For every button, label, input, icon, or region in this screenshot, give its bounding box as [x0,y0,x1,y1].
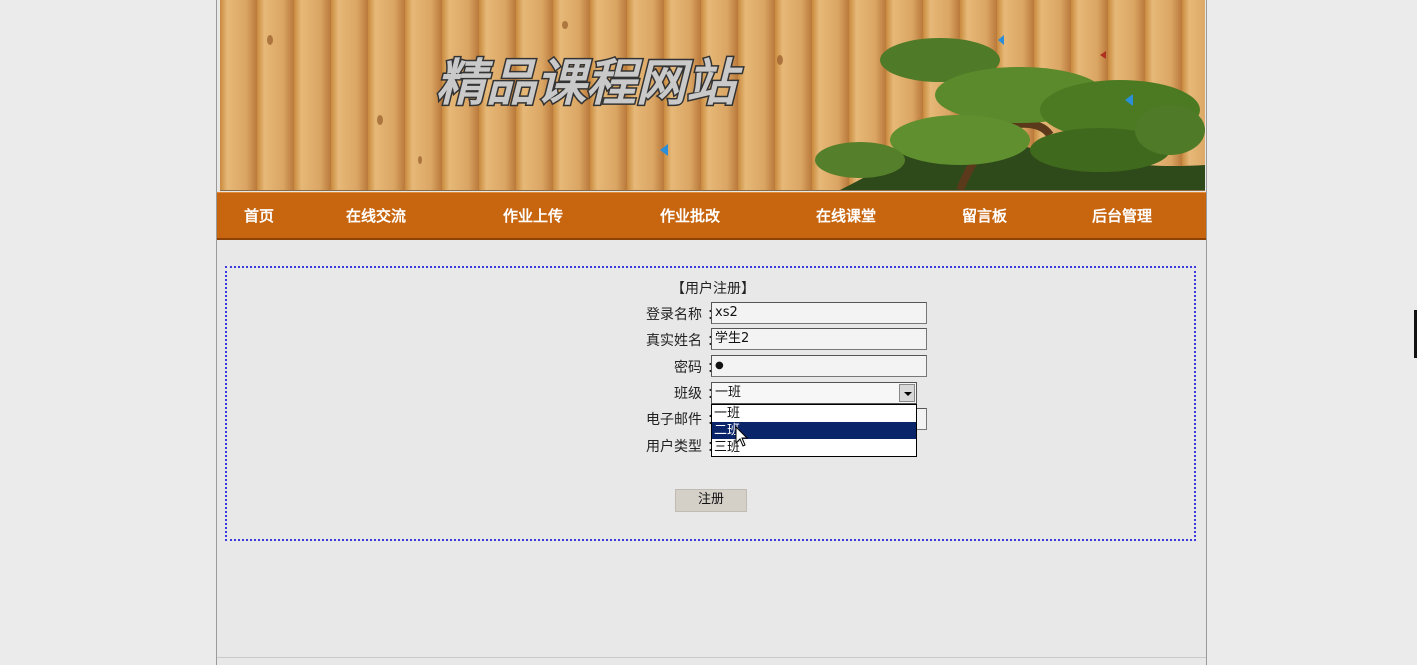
page-container: 精品课程网站 首页 在线交流 作业上传 作业批改 在线课堂 留言板 后台管理 【… [216,0,1207,665]
mouse-cursor-icon [735,426,749,447]
nav-item-online-chat[interactable]: 在线交流 [346,205,406,226]
login-name-input[interactable]: xs2 [711,302,927,324]
footer-divider [217,657,1206,658]
real-name-input[interactable]: 学生2 [711,328,927,350]
class-option[interactable]: 一班 [712,405,916,422]
chevron-down-icon[interactable] [899,384,915,402]
nav-item-home[interactable]: 首页 [244,205,274,226]
banner-image: 精品课程网站 [220,0,1205,190]
class-select-value: 一班 [715,385,742,400]
password-label: 密码 [674,360,702,376]
main-navbar: 首页 在线交流 作业上传 作业批改 在线课堂 留言板 后台管理 [217,192,1206,240]
registration-form: 【用户注册】 登录名称 ： xs2 真实姓名 ： 学生2 密码 ： ● 班级 ：… [225,266,1196,541]
register-button[interactable]: 注册 [675,489,747,512]
nav-item-online-classroom[interactable]: 在线课堂 [816,205,876,226]
nav-item-homework-upload[interactable]: 作业上传 [503,205,563,226]
banner-title: 精品课程网站 [436,54,743,112]
email-label: 电子邮件 [646,412,702,428]
login-name-label: 登录名称 [646,307,702,323]
class-select[interactable]: 一班 [711,382,917,404]
password-input[interactable]: ● [711,355,927,377]
site-banner: 精品课程网站 [220,0,1205,191]
class-label: 班级 [674,386,702,402]
nav-item-admin[interactable]: 后台管理 [1092,205,1152,226]
real-name-label: 真实姓名 [646,333,702,349]
form-title: 【用户注册】 [671,281,755,297]
nav-item-message-board[interactable]: 留言板 [962,205,1007,226]
user-type-label: 用户类型 [646,439,702,455]
nav-item-homework-grading[interactable]: 作业批改 [660,205,720,226]
